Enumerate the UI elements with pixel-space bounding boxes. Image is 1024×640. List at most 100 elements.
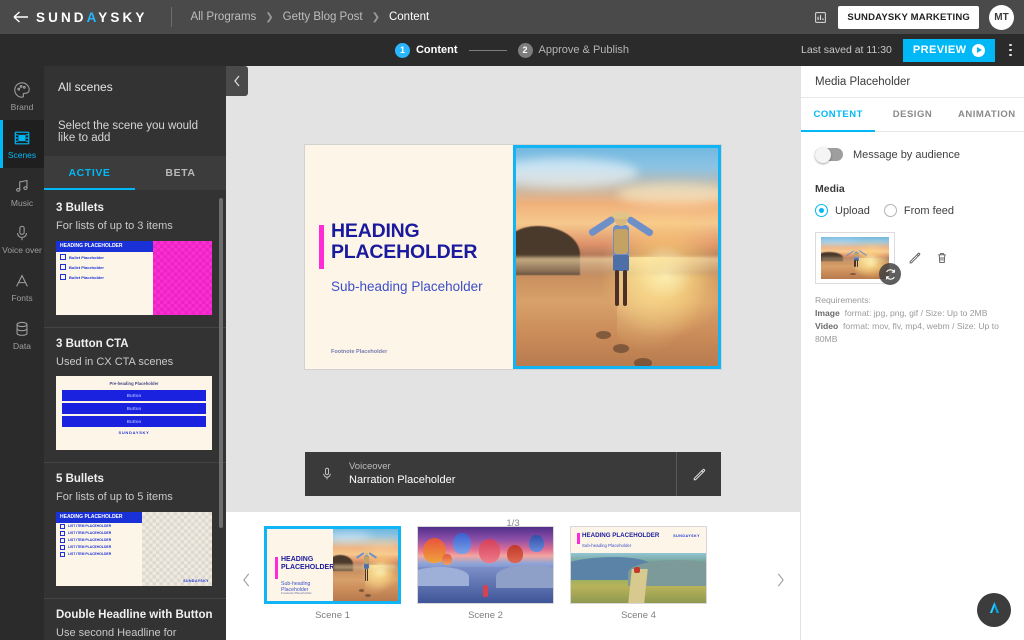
media-source-radios: Upload From feed — [815, 204, 1010, 217]
radio-indicator — [815, 204, 828, 217]
scene-template-card[interactable]: 3 Bullets For lists of up to 3 items HEA… — [44, 192, 226, 328]
last-saved-text: Last saved at 11:30 — [801, 44, 892, 56]
hot-air-balloons-photo — [418, 527, 553, 603]
scene-media-side[interactable] — [513, 145, 721, 369]
filmstrip-thumbnail: HEADING PLACEHOLDER Sub-heading Placehol… — [570, 526, 707, 604]
sidebar-item-label: Data — [13, 340, 31, 351]
beach-sunset-photo — [332, 529, 398, 601]
sidebar-item-brand[interactable]: Brand — [0, 72, 44, 120]
breadcrumb-item-current: Content — [388, 11, 430, 23]
breadcrumb-item-programs[interactable]: All Programs — [190, 11, 256, 23]
scene-template-card[interactable]: 3 Button CTA Used in CX CTA scenes Pre-h… — [44, 328, 226, 464]
filmstrip-scene-4[interactable]: HEADING PLACEHOLDER Sub-heading Placehol… — [570, 526, 707, 621]
radio-label: Upload — [835, 204, 870, 217]
help-assistant-button[interactable] — [977, 593, 1011, 627]
thumb-footnote — [56, 282, 153, 290]
voiceover-bar[interactable]: Voiceover Narration Placeholder — [305, 452, 721, 496]
sidebar-item-label: Voice over — [2, 245, 42, 256]
tab-content[interactable]: CONTENT — [801, 98, 875, 131]
video-label: Video — [815, 321, 839, 332]
filmstrip-scene-2[interactable]: Scene 2 — [417, 526, 554, 621]
thumb-heading: HEADING PLACEHOLDER — [281, 556, 335, 571]
top-header: SUNDAYSKY All Programs ❯ Getty Blog Post… — [0, 0, 1024, 34]
tab-beta[interactable]: BETA — [135, 156, 226, 190]
pencil-icon[interactable] — [677, 467, 721, 482]
scene-template-card[interactable]: Double Headline with Button Use second H… — [44, 599, 226, 640]
sidebar-item-label: Scenes — [7, 149, 37, 160]
accent-bar — [319, 225, 324, 269]
scene-footnote[interactable]: Footnote Placeholder — [331, 349, 387, 355]
scene-heading[interactable]: HEADING PLACEHOLDER — [331, 220, 507, 264]
report-icon[interactable] — [812, 9, 828, 25]
filmstrip-caption: Scene 4 — [621, 610, 656, 621]
back-arrow-icon[interactable] — [10, 6, 32, 28]
voiceover-text: Voiceover Narration Placeholder — [349, 460, 676, 489]
thumb-bullet: Bullet Placeholder — [69, 254, 104, 260]
sidebar-item-fonts[interactable]: Fonts — [0, 263, 44, 311]
radio-from-feed[interactable]: From feed — [883, 204, 954, 217]
tab-active[interactable]: ACTIVE — [44, 156, 135, 190]
sidebar-item-data[interactable]: Data — [0, 311, 44, 359]
thumb-bullet: Bullet Placeholder — [69, 274, 104, 280]
avatar[interactable]: MT — [989, 4, 1014, 30]
thumb-button: Button — [62, 390, 206, 402]
tab-design[interactable]: DESIGN — [875, 98, 949, 131]
step-connector — [468, 49, 507, 51]
brand-accent-letter: A — [86, 9, 99, 25]
step-number: 2 — [517, 42, 533, 58]
collapse-panel-button[interactable] — [226, 66, 248, 96]
scene-template-name: 3 Button CTA — [56, 337, 129, 350]
step-label: Content — [415, 44, 458, 56]
radio-indicator — [883, 204, 897, 217]
scene-subheading[interactable]: Sub-heading Placeholder — [331, 279, 483, 294]
thumb-accent-bar — [577, 533, 580, 544]
tab-animation[interactable]: ANIMATION — [950, 98, 1024, 131]
filmstrip-prev-button[interactable] — [236, 568, 256, 592]
video-requirements: format: mov, flv, mp4, webm / Size: Up t… — [815, 321, 999, 345]
scene-template-desc: Used in CX CTA scenes — [56, 355, 174, 368]
thumb-logo: SUNDAYSKY — [673, 534, 700, 538]
kebab-menu-icon[interactable] — [1006, 40, 1015, 61]
thumb-bullet: LIST ITEM PLACEHOLDER — [68, 531, 112, 536]
media-thumbnail[interactable] — [815, 232, 901, 285]
thumb-accent-bar — [275, 557, 278, 579]
pencil-icon[interactable] — [907, 251, 922, 266]
scenes-panel-scrollbar[interactable] — [219, 198, 223, 528]
scene-text-side: HEADING PLACEHOLDER Sub-heading Placehol… — [305, 145, 513, 369]
scene-filmstrip: 1/3 HEADING PLACEHOLDER Sub-heading Plac… — [226, 512, 800, 640]
step-content[interactable]: 1 Content — [394, 42, 458, 58]
scenes-panel-subtitle: Select the scene you would like to add — [58, 120, 199, 144]
filmstrip-next-button[interactable] — [770, 568, 790, 592]
scene-canvas: HEADING PLACEHOLDER Sub-heading Placehol… — [226, 66, 800, 512]
filmstrip-caption: Scene 2 — [468, 610, 503, 621]
trash-icon[interactable] — [934, 251, 949, 266]
thumb-media-placeholder — [152, 240, 212, 315]
preview-button[interactable]: PREVIEW — [902, 38, 996, 62]
thumb-preheading: Pre-heading Placeholder — [109, 381, 159, 387]
scene-template-desc: For lists of up to 3 items — [56, 220, 173, 232]
radio-upload[interactable]: Upload — [815, 204, 870, 217]
left-icon-rail: Brand Scenes Music Voice over Fonts Data — [0, 66, 44, 640]
sidebar-item-music[interactable]: Music — [0, 168, 44, 216]
sidebar-item-voice-over[interactable]: Voice over — [0, 215, 44, 263]
filmstrip-scene-1[interactable]: HEADING PLACEHOLDER Sub-heading Placehol… — [264, 526, 401, 621]
breadcrumb-item-program[interactable]: Getty Blog Post — [283, 11, 363, 23]
scene-template-list[interactable]: 3 Bullets For lists of up to 3 items HEA… — [44, 192, 226, 640]
scene-stage[interactable]: HEADING PLACEHOLDER Sub-heading Placehol… — [305, 145, 721, 369]
sidebar-item-scenes[interactable]: Scenes — [0, 119, 44, 168]
thumb-heading: HEADING PLACEHOLDER — [56, 511, 142, 524]
scene-template-thumbnail: Pre-heading Placeholder Button Button Bu… — [56, 376, 212, 451]
thumb-bullet: LIST ITEM PLACEHOLDER — [68, 552, 112, 557]
thumb-subheading: Sub-heading Placeholder — [582, 543, 632, 548]
breadcrumb-separator-icon: ❯ — [265, 11, 274, 23]
thumb-button: Button — [62, 416, 206, 428]
filmstrip-caption: Scene 1 — [315, 610, 350, 621]
panel-title: Media Placeholder — [801, 66, 1024, 98]
step-approve-publish[interactable]: 2 Approve & Publish — [517, 42, 629, 58]
sundaysky-logo[interactable]: SUNDAYSKY — [36, 10, 147, 25]
organization-pill[interactable]: SUNDAYSKY MARKETING — [838, 5, 979, 29]
refresh-icon[interactable] — [879, 263, 901, 285]
message-by-audience-toggle[interactable] — [815, 146, 843, 163]
thumb-text-band: HEADING PLACEHOLDER Sub-heading Placehol… — [571, 527, 706, 553]
scene-template-card[interactable]: 5 Bullets For lists of up to 5 items HEA… — [44, 463, 226, 599]
